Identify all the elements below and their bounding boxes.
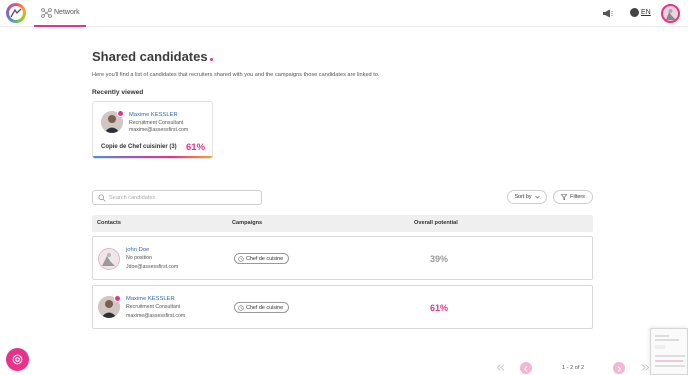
nav-tab-network[interactable]: Network xyxy=(34,0,86,27)
column-header-contacts: Contacts xyxy=(97,220,121,226)
campaign-icon xyxy=(238,304,244,311)
recently-viewed-heading: Recently viewed xyxy=(92,89,144,96)
candidate-avatar xyxy=(98,248,120,270)
page-title-text: Shared candidates xyxy=(92,49,208,64)
campaign-icon xyxy=(238,255,244,262)
language-switcher[interactable]: EN xyxy=(630,8,651,17)
chevron-down-icon xyxy=(534,195,540,199)
page-description: Here you'll find a list of candidates th… xyxy=(92,72,380,78)
chevron-left-icon xyxy=(523,366,528,372)
placeholder-avatar-icon xyxy=(102,253,115,266)
column-header-overall-potential: Overall potential xyxy=(414,220,458,226)
table-row[interactable]: Maxime KESSLER Recruitment Consultant ma… xyxy=(92,285,593,329)
shared-badge-icon xyxy=(114,295,121,302)
nav-tab-label: Network xyxy=(54,9,80,16)
search-icon xyxy=(98,194,106,202)
top-bar: Network EN xyxy=(0,0,688,27)
logo-mark-icon xyxy=(10,8,22,18)
candidate-position: Recruitment Consultant xyxy=(126,304,181,310)
candidate-email: maxime@assessfirst.com xyxy=(129,127,189,133)
card-accent-bar xyxy=(93,156,212,158)
support-icon xyxy=(12,354,23,365)
globe-icon xyxy=(630,8,639,17)
language-label: EN xyxy=(641,9,651,16)
campaign-tag[interactable]: Chef de cuisine xyxy=(234,253,290,264)
shared-badge-icon xyxy=(117,110,124,117)
filters-label: Filters xyxy=(570,194,585,200)
avatar-image-icon xyxy=(666,9,676,20)
screen-preview-thumbnail[interactable] xyxy=(650,328,688,375)
search-box[interactable] xyxy=(92,190,262,205)
chevron-right-icon xyxy=(617,366,622,372)
candidate-position: No position xyxy=(126,255,152,261)
candidate-email: Jdoe@assessfirst.com xyxy=(126,264,179,270)
candidate-email: maxime@assessfirst.com xyxy=(126,313,186,319)
last-page-icon[interactable] xyxy=(641,363,650,372)
next-page-button[interactable] xyxy=(613,362,625,374)
overall-potential: 39% xyxy=(430,254,449,264)
pagination-info: 1 - 2 of 2 xyxy=(562,365,585,371)
candidate-name[interactable]: Maxime KESSLER xyxy=(126,296,175,302)
search-input[interactable] xyxy=(109,192,259,203)
candidate-name[interactable]: john Doe xyxy=(126,247,149,253)
filter-icon xyxy=(561,194,568,200)
title-dot xyxy=(209,58,213,61)
campaign-tag-label: Chef de cuisine xyxy=(246,304,284,311)
table-row[interactable]: john Doe No position Jdoe@assessfirst.co… xyxy=(92,236,593,280)
network-icon xyxy=(41,8,52,18)
candidate-role: Recruitment Consultant xyxy=(129,120,184,126)
filters-button[interactable]: Filters xyxy=(553,190,593,204)
campaign-tag[interactable]: Chef de cuisine xyxy=(234,302,290,313)
user-avatar[interactable] xyxy=(661,4,680,23)
support-chat-button[interactable] xyxy=(6,348,29,371)
overall-potential: 61% xyxy=(430,303,449,313)
campaign-name: Copie de Chef cuisinier (3) xyxy=(101,144,177,150)
sort-by-button[interactable]: Sort by xyxy=(507,190,547,204)
match-percent: 61% xyxy=(186,142,206,153)
sort-by-label: Sort by xyxy=(514,194,532,200)
column-header-campaigns: Campaigns xyxy=(232,220,263,226)
table-header: Contacts Campaigns Overall potential xyxy=(92,215,593,232)
megaphone-icon[interactable] xyxy=(602,8,613,18)
page-title: Shared candidates xyxy=(92,49,213,64)
first-page-icon[interactable] xyxy=(496,363,505,372)
candidate-name[interactable]: Maxime KESSLER xyxy=(129,112,178,118)
previous-page-button[interactable] xyxy=(520,362,532,374)
recently-viewed-card[interactable]: Maxime KESSLER Recruitment Consultant ma… xyxy=(92,101,213,159)
campaign-tag-label: Chef de cuisine xyxy=(246,255,284,262)
